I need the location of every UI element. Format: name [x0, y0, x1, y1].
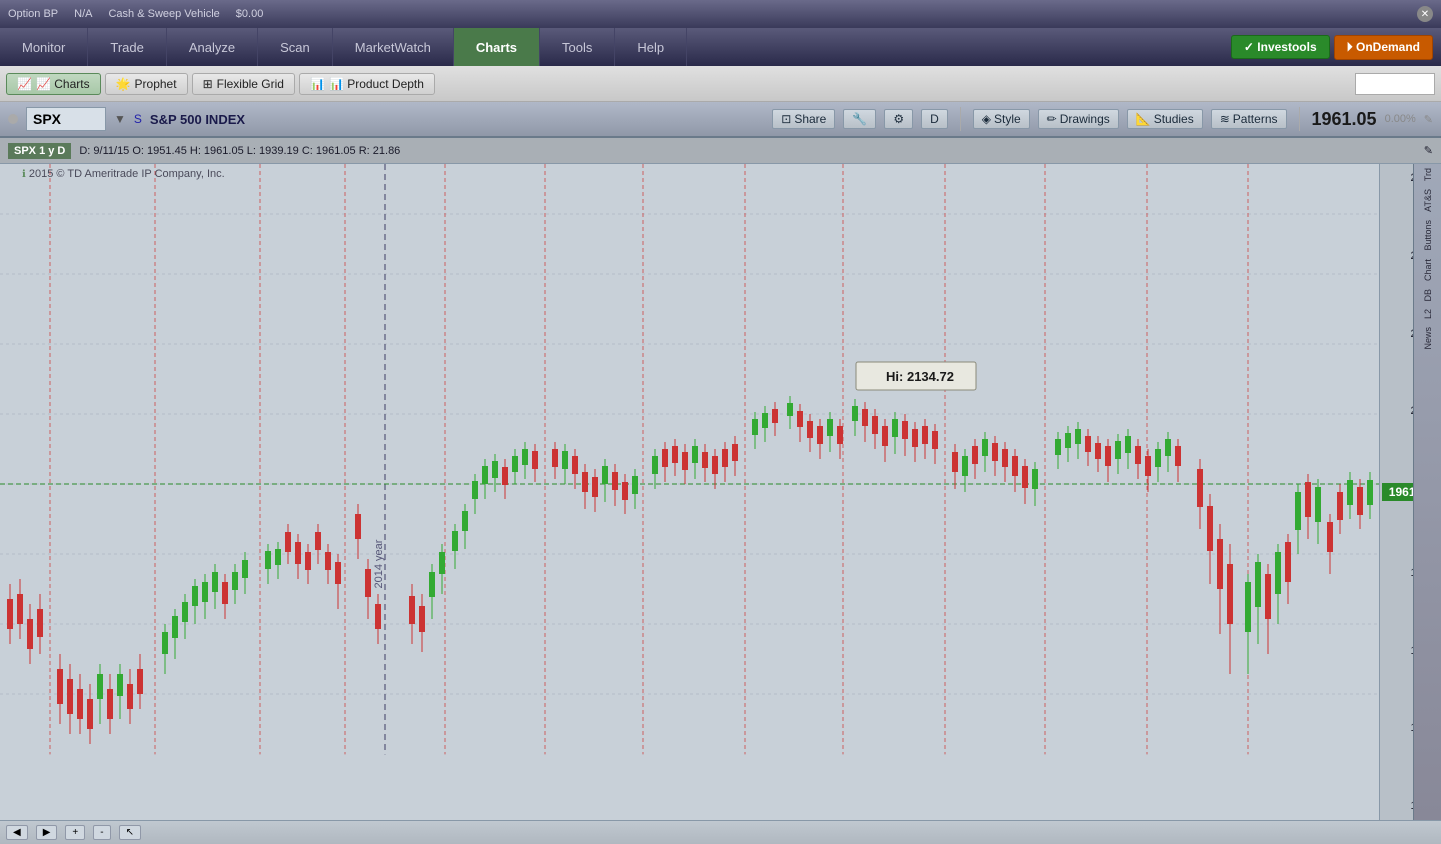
chart-icon: 📈	[17, 77, 32, 91]
navbar-right-buttons: ✓ Investools ⏵ OnDemand	[1231, 28, 1441, 66]
copyright-text: ℹ 2015 © TD Ameritrade IP Company, Inc.	[22, 168, 225, 180]
patterns-label: Patterns	[1233, 112, 1278, 126]
edit-icon[interactable]: ✎	[1424, 113, 1433, 126]
ohlcbar: SPX 1 y D D: 9/11/15 O: 1951.45 H: 1961.…	[0, 138, 1441, 164]
sidebar-l2[interactable]: L2	[1423, 305, 1433, 323]
sidebar-ats[interactable]: AT&S	[1423, 185, 1433, 216]
share-label: Share	[794, 112, 826, 126]
svg-text:Hi: 2134.72: Hi: 2134.72	[886, 369, 954, 384]
investools-button[interactable]: ✓ Investools	[1231, 35, 1330, 59]
nav-tab-scan[interactable]: Scan	[258, 28, 333, 66]
cash-sweep-label: Cash & Sweep Vehicle	[108, 8, 219, 20]
studies-button[interactable]: 📐 Studies	[1127, 109, 1203, 129]
product-depth-icon: 📊	[310, 77, 325, 91]
ohlc-edit-icon[interactable]: ✎	[1424, 144, 1433, 157]
zoom-in-button[interactable]: +	[65, 825, 85, 840]
style-icon: ◈	[982, 112, 991, 126]
flex-grid-toolbar-btn[interactable]: ⊞ Flexible Grid	[192, 73, 295, 95]
prophet-toolbar-btn[interactable]: 🌟 Prophet	[105, 73, 188, 95]
price-change-group: 0.00%	[1385, 113, 1416, 125]
chart-svg[interactable]: Hi: 2134.72 Lo: 1820.66 2014 year 9/19/1…	[0, 164, 1379, 820]
current-price: 1961.05	[1312, 109, 1377, 130]
dropdown-icon[interactable]: ▼	[114, 112, 126, 126]
sidebar-buttons[interactable]: Buttons	[1423, 216, 1433, 255]
patterns-icon: ≋	[1220, 112, 1230, 126]
sidebar-trd[interactable]: Trd	[1423, 164, 1433, 185]
cash-sweep-value: $0.00	[236, 8, 264, 20]
sidebar-chart[interactable]: Chart	[1423, 255, 1433, 285]
flex-grid-label: Flexible Grid	[217, 77, 284, 91]
charts-toolbar-label: 📈 Charts	[36, 77, 90, 91]
symbolbar-right-tools: ⊡ Share 🔧 ⚙ D ◈ Style ✏ Drawings 📐 Studi…	[772, 107, 1433, 131]
ohlc-close: C: 1961.05	[302, 145, 356, 157]
symbol-flag: S	[134, 112, 142, 126]
prophet-icon: 🌟	[116, 77, 131, 91]
option-bp-label: Option BP	[8, 8, 58, 20]
product-depth-label: 📊 Product Depth	[329, 77, 424, 91]
symbolbar: ▼ S S&P 500 INDEX ⊡ Share 🔧 ⚙ D ◈ Style …	[0, 102, 1441, 138]
wrench-button[interactable]: 🔧	[843, 109, 876, 129]
symbol-name: S&P 500 INDEX	[150, 112, 245, 127]
studies-icon: 📐	[1136, 112, 1151, 126]
navbar: Monitor Trade Analyze Scan MarketWatch C…	[0, 28, 1441, 66]
titlebar: Option BP N/A Cash & Sweep Vehicle $0.00…	[0, 0, 1441, 28]
right-sidebar: Trd AT&S Buttons Chart DB L2 News	[1413, 164, 1441, 820]
ondemand-button[interactable]: ⏵ OnDemand	[1334, 35, 1433, 60]
nav-tab-marketwatch[interactable]: MarketWatch	[333, 28, 454, 66]
share-icon: ⊡	[781, 112, 791, 126]
settings-button[interactable]: ⚙	[884, 109, 913, 129]
nav-tab-monitor[interactable]: Monitor	[0, 28, 88, 66]
style-label: Style	[994, 112, 1021, 126]
separator	[960, 107, 961, 131]
search-input[interactable]	[1355, 73, 1435, 95]
close-button[interactable]: ✕	[1417, 6, 1433, 22]
d-button[interactable]: D	[921, 109, 948, 129]
option-bp-value: N/A	[74, 8, 92, 20]
nav-next-button[interactable]: ▶	[36, 825, 58, 840]
price-change: 0.00%	[1385, 113, 1416, 125]
zoom-out-button[interactable]: -	[93, 825, 110, 840]
ohlc-high: H: 1961.05	[190, 145, 244, 157]
svg-text:2014 year: 2014 year	[373, 539, 385, 588]
ohlc-period-label: SPX 1 y D	[8, 143, 71, 159]
symbol-input[interactable]	[26, 107, 106, 131]
chart-area: ℹ 2015 © TD Ameritrade IP Company, Inc.	[0, 164, 1441, 820]
studies-label: Studies	[1154, 112, 1194, 126]
cursor-button[interactable]: ↖	[119, 825, 141, 840]
charts-toolbar-btn[interactable]: 📈 📈 Charts	[6, 73, 101, 95]
patterns-button[interactable]: ≋ Patterns	[1211, 109, 1287, 129]
ohlc-open: O: 1951.45	[132, 145, 186, 157]
share-button[interactable]: ⊡ Share	[772, 109, 835, 129]
nav-tab-charts[interactable]: Charts	[454, 28, 540, 66]
product-depth-toolbar-btn[interactable]: 📊 📊 Product Depth	[299, 73, 435, 95]
sidebar-news[interactable]: News	[1423, 323, 1433, 354]
flex-grid-icon: ⊞	[203, 77, 213, 91]
nav-tab-help[interactable]: Help	[615, 28, 687, 66]
drawings-button[interactable]: ✏ Drawings	[1038, 109, 1119, 129]
title-info: Option BP N/A Cash & Sweep Vehicle $0.00	[8, 8, 263, 20]
separator2	[1299, 107, 1300, 131]
bottombar: ◀ ▶ + - ↖	[0, 820, 1441, 844]
toolbar: 📈 📈 Charts 🌟 Prophet ⊞ Flexible Grid 📊 📊…	[0, 66, 1441, 102]
ohlc-low: L: 1939.19	[247, 145, 299, 157]
nav-prev-button[interactable]: ◀	[6, 825, 28, 840]
pencil-icon: ✏	[1047, 112, 1057, 126]
symbol-indicator	[8, 114, 18, 124]
ohlc-date: D: 9/11/15	[79, 145, 129, 157]
nav-tab-analyze[interactable]: Analyze	[167, 28, 258, 66]
nav-tab-trade[interactable]: Trade	[88, 28, 166, 66]
nav-tab-tools[interactable]: Tools	[540, 28, 615, 66]
drawings-label: Drawings	[1060, 112, 1110, 126]
ohlc-range: R: 21.86	[359, 145, 401, 157]
style-button[interactable]: ◈ Style	[973, 109, 1030, 129]
chart-main[interactable]: ℹ 2015 © TD Ameritrade IP Company, Inc.	[0, 164, 1379, 820]
sidebar-db[interactable]: DB	[1423, 285, 1433, 306]
prophet-label: Prophet	[135, 77, 177, 91]
